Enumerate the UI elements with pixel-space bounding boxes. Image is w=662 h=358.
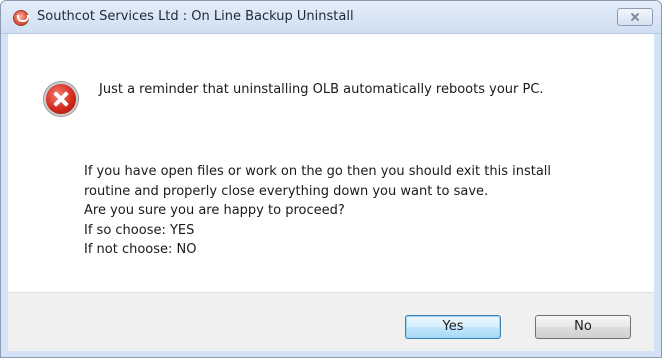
dialog-content: Just a reminder that uninstalling OLB au… <box>8 34 654 292</box>
message-line: If so choose: YES <box>84 222 195 238</box>
error-icon <box>44 82 78 116</box>
no-button[interactable]: No <box>535 315 631 339</box>
message-body: If you have open files or work on the go… <box>84 162 551 260</box>
window-title: Southcot Services Ltd : On Line Backup U… <box>37 9 354 24</box>
close-button[interactable] <box>617 8 653 26</box>
button-bar: Yes No <box>8 292 654 351</box>
app-icon <box>13 10 29 26</box>
message-headline: Just a reminder that uninstalling OLB au… <box>99 82 544 97</box>
dialog-window: Southcot Services Ltd : On Line Backup U… <box>0 0 662 358</box>
message-line: Are you sure you are happy to proceed? <box>84 203 345 218</box>
message-line: If you have open files or work on the go… <box>84 164 552 179</box>
yes-button[interactable]: Yes <box>405 315 501 339</box>
message-line: If not choose: NO <box>84 242 197 257</box>
message-line: routine and properly close everything do… <box>84 183 489 199</box>
title-bar[interactable]: Southcot Services Ltd : On Line Backup U… <box>1 1 661 34</box>
